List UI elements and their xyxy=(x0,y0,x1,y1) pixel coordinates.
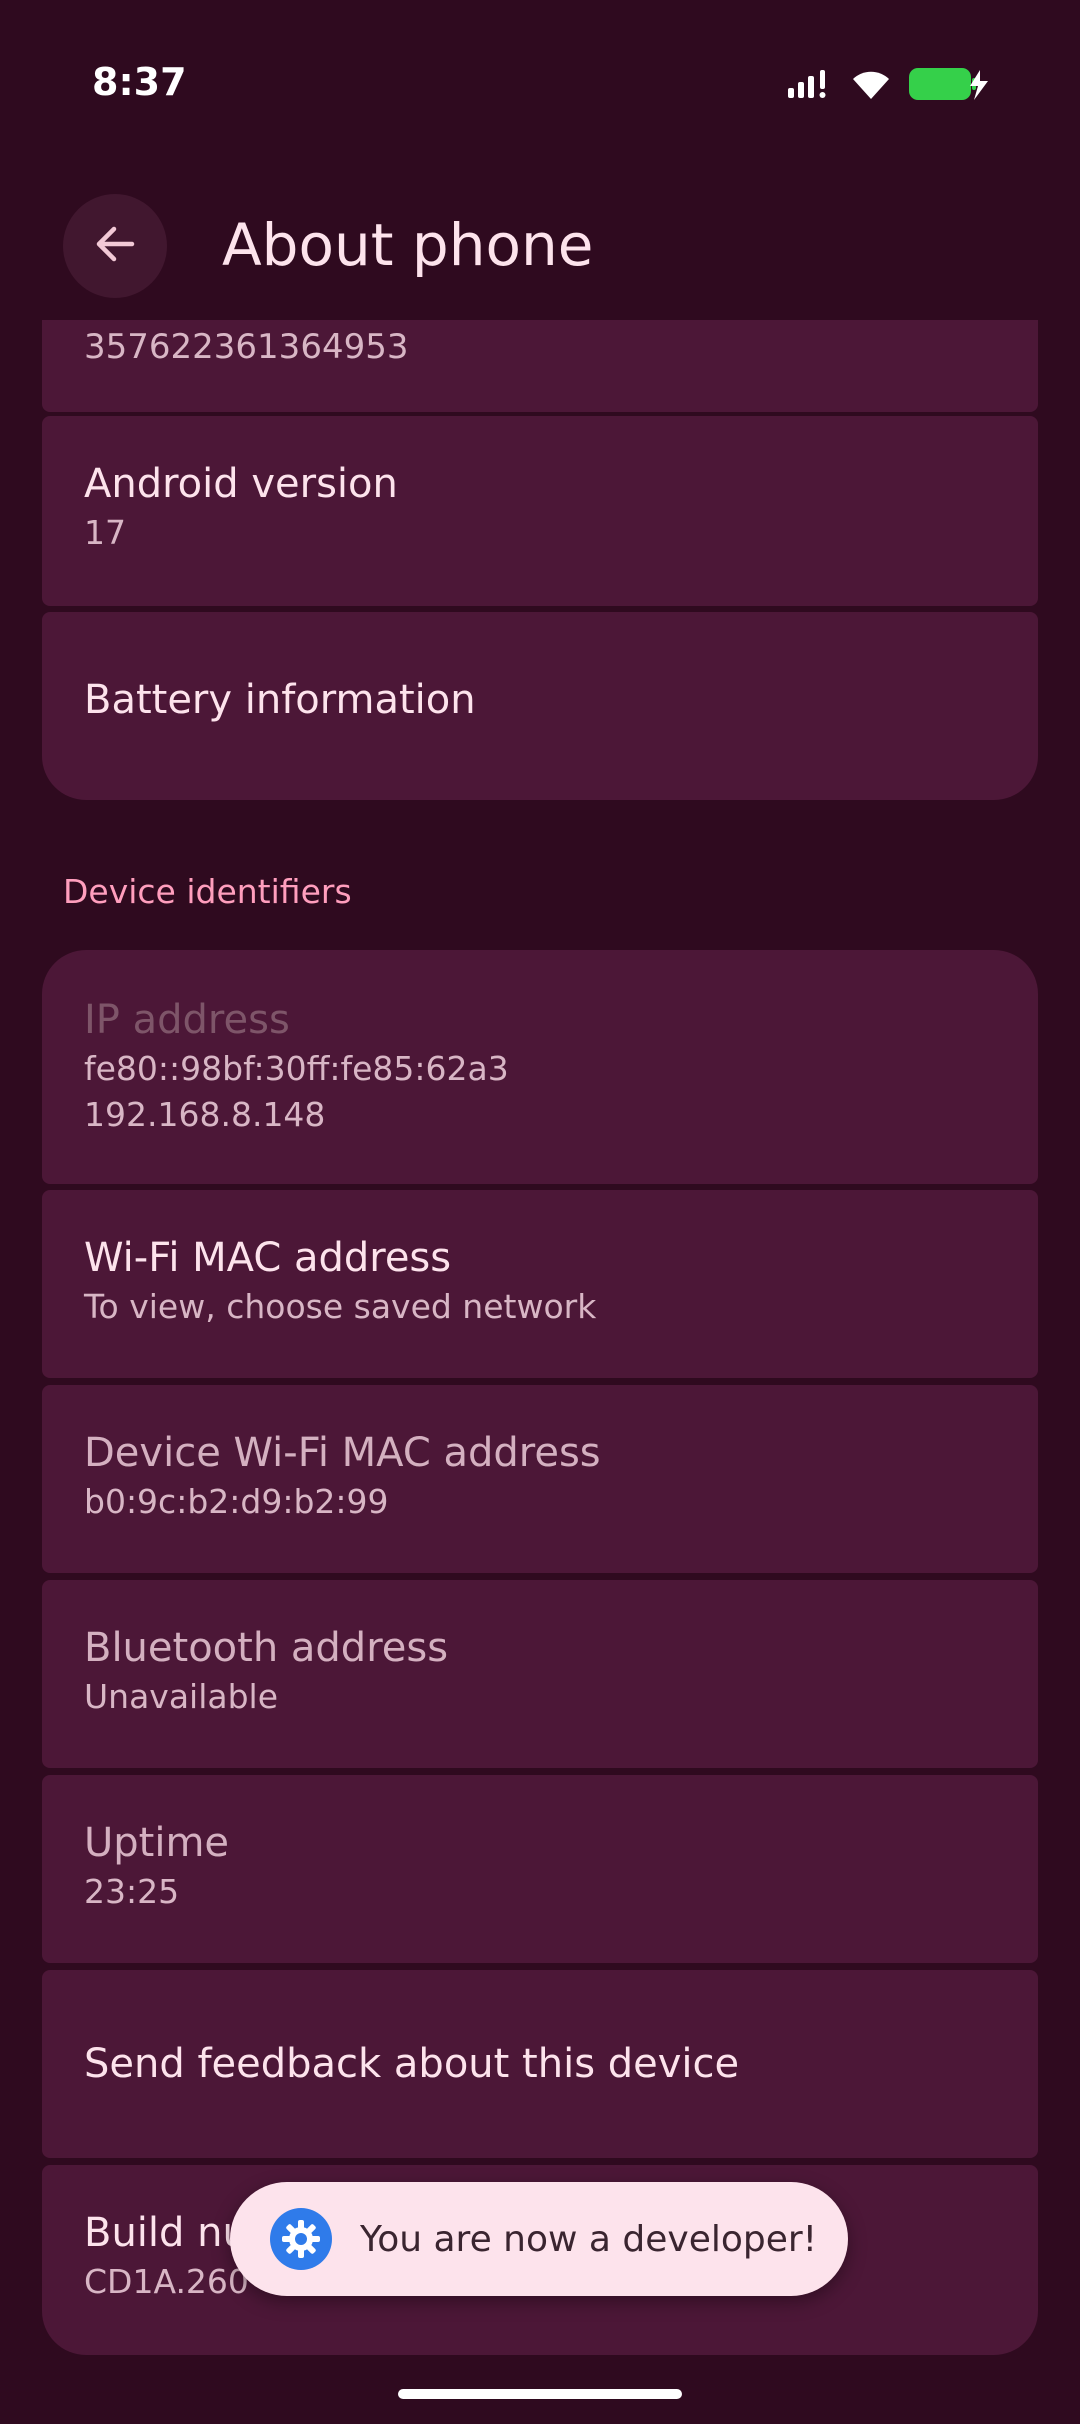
device-identifiers-header: Device identifiers xyxy=(63,872,352,911)
battery-information-item[interactable]: Battery information xyxy=(42,612,1038,800)
gear-icon xyxy=(270,2208,332,2270)
build-number-value: CD1A.260 xyxy=(84,2262,249,2301)
settings-list[interactable]: 357622361364953 Android version 17 Batte… xyxy=(0,320,1080,2360)
status-bar: 8:37 xyxy=(0,0,1080,170)
bluetooth-address-value: Unavailable xyxy=(84,1677,279,1716)
back-arrow-icon xyxy=(92,221,138,271)
android-version-item[interactable]: Android version 17 xyxy=(42,416,1038,606)
wifi-icon xyxy=(850,67,892,105)
ip-address-item[interactable]: IP address fe80::98bf:30ff:fe85:62a3 192… xyxy=(42,950,1038,1184)
developer-toast: You are now a developer! xyxy=(230,2182,848,2296)
send-feedback-title: Send feedback about this device xyxy=(84,2041,740,2087)
build-number-title: Build nu xyxy=(84,2210,248,2256)
uptime-value: 23:25 xyxy=(84,1872,180,1911)
imei-value: 357622361364953 xyxy=(84,327,409,367)
device-wifi-mac-title: Device Wi-Fi MAC address xyxy=(84,1430,601,1476)
bluetooth-address-title: Bluetooth address xyxy=(84,1625,449,1671)
page-title: About phone xyxy=(222,211,594,279)
imei-item[interactable]: 357622361364953 xyxy=(42,320,1038,412)
about-phone-screen: 8:37 About phone 357622361364953 Android… xyxy=(0,0,1080,2424)
status-time: 8:37 xyxy=(92,60,187,104)
uptime-item[interactable]: Uptime 23:25 xyxy=(42,1775,1038,1963)
android-version-value: 17 xyxy=(84,513,126,552)
wifi-mac-value: To view, choose saved network xyxy=(84,1287,597,1326)
wifi-mac-title: Wi-Fi MAC address xyxy=(84,1235,452,1281)
ip-address-ipv6: fe80::98bf:30ff:fe85:62a3 xyxy=(84,1049,509,1088)
send-feedback-item[interactable]: Send feedback about this device xyxy=(42,1970,1038,2158)
android-version-title: Android version xyxy=(84,461,398,507)
cell-signal-icon xyxy=(786,68,834,104)
device-wifi-mac-value: b0:9c:b2:d9:b2:99 xyxy=(84,1482,389,1521)
bluetooth-address-item[interactable]: Bluetooth address Unavailable xyxy=(42,1580,1038,1768)
ip-address-ipv4: 192.168.8.148 xyxy=(84,1095,326,1134)
status-icons xyxy=(786,66,990,106)
uptime-title: Uptime xyxy=(84,1820,230,1866)
battery-icon xyxy=(908,66,990,106)
battery-information-title: Battery information xyxy=(84,677,476,723)
home-indicator[interactable] xyxy=(398,2389,682,2399)
toast-message: You are now a developer! xyxy=(360,2218,818,2260)
wifi-mac-item[interactable]: Wi-Fi MAC address To view, choose saved … xyxy=(42,1190,1038,1378)
ip-address-title: IP address xyxy=(84,997,290,1043)
device-wifi-mac-item[interactable]: Device Wi-Fi MAC address b0:9c:b2:d9:b2:… xyxy=(42,1385,1038,1573)
back-button[interactable] xyxy=(63,194,167,298)
